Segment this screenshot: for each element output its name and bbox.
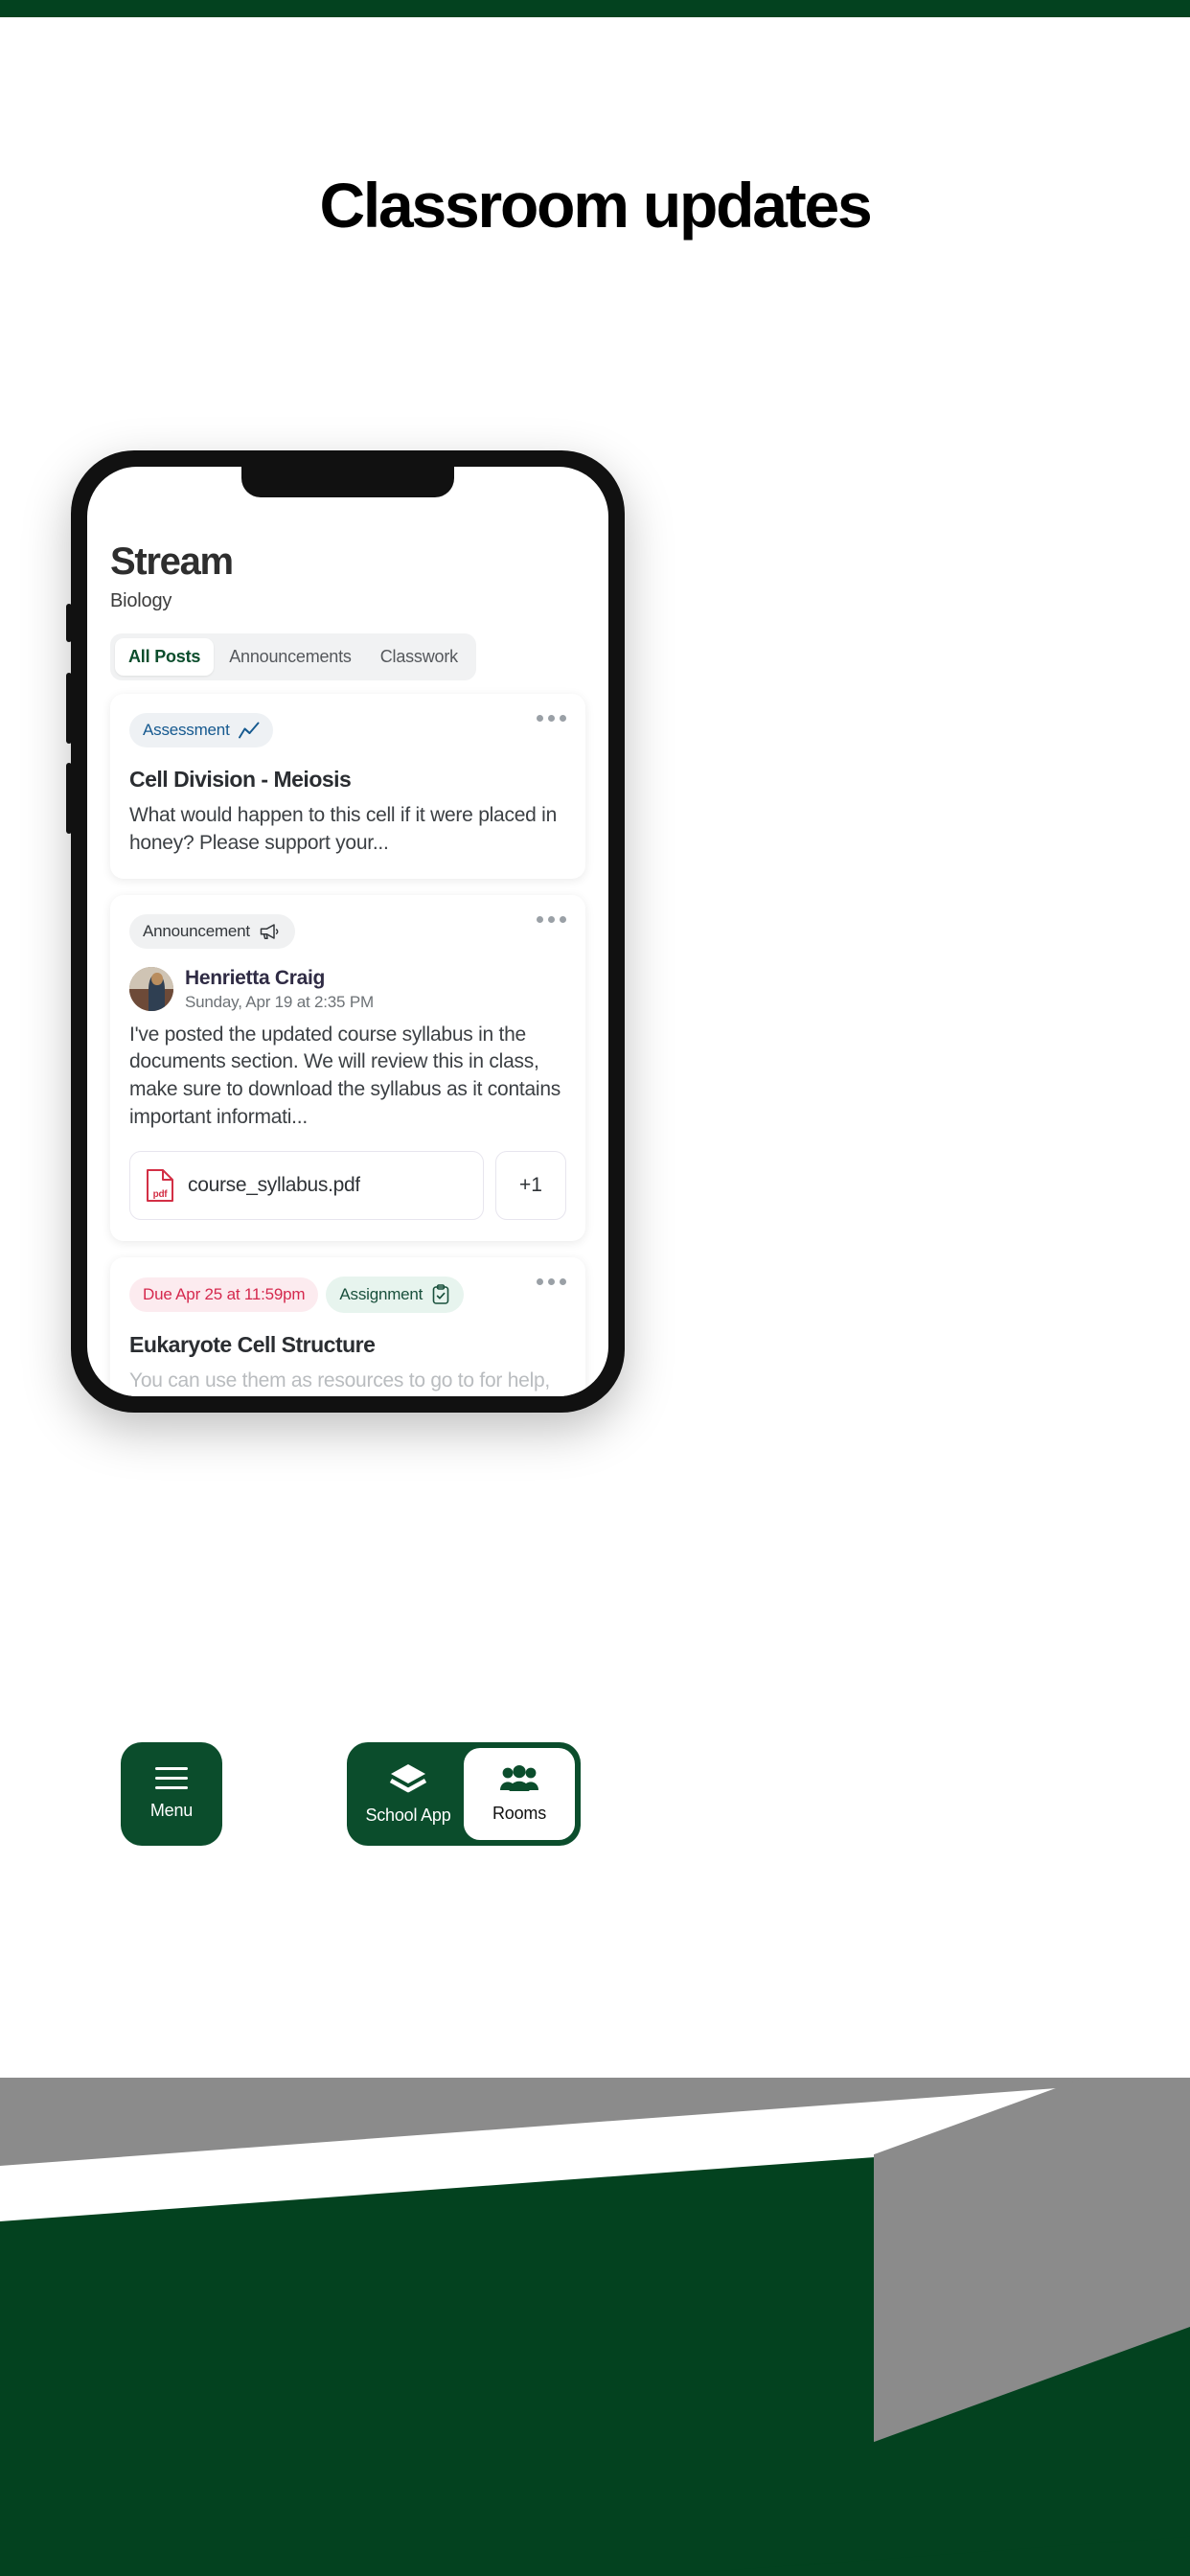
- course-name: Biology: [110, 590, 172, 611]
- badge-label: Assessment: [143, 721, 230, 739]
- line-chart-icon: [238, 722, 260, 739]
- phone-screen: Stream Biology All Posts Announcements C…: [87, 467, 608, 1396]
- post-body: I've posted the updated course syllabus …: [129, 1023, 561, 1128]
- post-card-announcement[interactable]: Announcement Henrietta Craig Sunday, Apr…: [110, 894, 585, 1241]
- menu-button-label: Menu: [149, 1801, 194, 1820]
- tab-all-posts[interactable]: All Posts: [115, 638, 215, 676]
- post-timestamp: Sunday, Apr 19 at 2:35 PM: [185, 992, 374, 1011]
- more-horizontal-icon[interactable]: [537, 1277, 566, 1285]
- attachment-row: pdf course_syllabus.pdf +1: [129, 1150, 566, 1220]
- tab-classwork[interactable]: Classwork: [367, 638, 471, 676]
- menu-button[interactable]: Menu: [121, 1742, 222, 1846]
- pdf-file-icon: pdf: [147, 1168, 173, 1202]
- phone-volume-up-button[interactable]: [66, 673, 72, 744]
- author-name: Henrietta Craig: [185, 966, 326, 989]
- clipboard-check-icon: [432, 1283, 449, 1304]
- background-decoration: [0, 2078, 1190, 2576]
- post-title: Cell Division - Meiosis: [129, 767, 352, 792]
- nav-label-rooms: Rooms: [492, 1804, 546, 1823]
- more-horizontal-icon[interactable]: [537, 915, 566, 923]
- feed-filter-tabs: All Posts Announcements Classwork: [110, 633, 476, 680]
- post-card-header: Due Apr 25 at 11:59pm Assignment: [129, 1276, 566, 1313]
- page-title: Classroom updates: [319, 170, 872, 241]
- status-badge-assignment: Assignment: [326, 1276, 465, 1313]
- post-body: You can use them as resources to go to f…: [129, 1368, 550, 1392]
- phone-notch: [241, 467, 454, 497]
- hamburger-menu-icon: [155, 1767, 188, 1789]
- more-horizontal-icon[interactable]: [537, 715, 566, 722]
- post-body: What would happen to this cell if it wer…: [129, 804, 557, 854]
- attachment-filename: course_syllabus.pdf: [188, 1173, 360, 1196]
- phone-volume-down-button[interactable]: [66, 763, 72, 834]
- badge-label: Announcement: [143, 921, 250, 940]
- svg-text:pdf: pdf: [153, 1189, 169, 1200]
- due-date-badge: Due Apr 25 at 11:59pm: [129, 1276, 319, 1312]
- app-switcher-pill: School App Rooms: [347, 1742, 581, 1846]
- post-title: Eukaryote Cell Structure: [129, 1331, 376, 1357]
- nav-item-rooms[interactable]: Rooms: [464, 1748, 575, 1840]
- avatar: [129, 967, 173, 1012]
- megaphone-icon: [260, 923, 279, 939]
- phone-mute-button[interactable]: [66, 604, 72, 642]
- tab-announcements[interactable]: Announcements: [216, 638, 365, 676]
- post-card-header: Announcement: [129, 913, 566, 949]
- attachment-more-count[interactable]: +1: [495, 1150, 566, 1220]
- post-card-assignment[interactable]: Due Apr 25 at 11:59pm Assignment Eukaryo…: [110, 1256, 585, 1396]
- post-author-row: Henrietta Craig Sunday, Apr 19 at 2:35 P…: [129, 967, 566, 1012]
- post-feed: Assessment Cell Division - Meiosis What …: [110, 694, 585, 1396]
- classroom-app: Stream Biology All Posts Announcements C…: [87, 467, 608, 1396]
- stream-heading: Stream: [110, 540, 234, 583]
- post-card-assessment[interactable]: Assessment Cell Division - Meiosis What …: [110, 694, 585, 879]
- nav-label-school-app: School App: [365, 1806, 451, 1825]
- post-card-header: Assessment: [129, 713, 566, 748]
- badge-label: Assignment: [339, 1284, 423, 1303]
- status-badge-assessment: Assessment: [129, 713, 273, 748]
- layers-icon: [389, 1764, 427, 1793]
- attachment-item[interactable]: pdf course_syllabus.pdf: [129, 1150, 484, 1220]
- top-accent-strip: [0, 0, 1190, 17]
- people-group-icon: [500, 1765, 538, 1791]
- nav-item-school-app[interactable]: School App: [353, 1748, 464, 1840]
- bottom-navigation: Menu School App Rooms: [121, 1742, 581, 1846]
- status-badge-announcement: Announcement: [129, 913, 295, 949]
- phone-mockup: Stream Biology All Posts Announcements C…: [66, 450, 625, 1413]
